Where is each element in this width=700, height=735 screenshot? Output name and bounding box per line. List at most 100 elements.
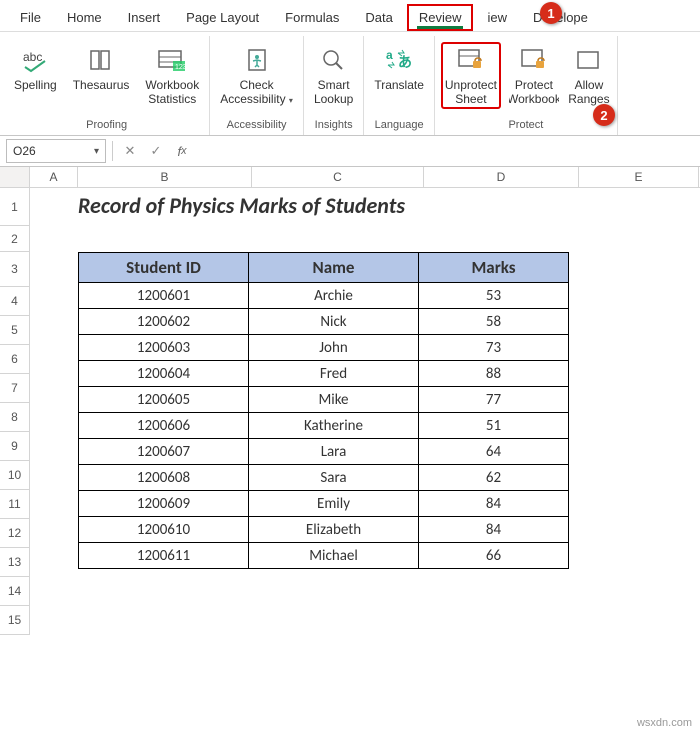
row-header-4[interactable]: 4 bbox=[0, 287, 30, 316]
allow-icon bbox=[573, 44, 605, 76]
table-row: 1200608Sara62 bbox=[79, 465, 569, 491]
unprotect-sheet-button[interactable]: Unprotect Sheet bbox=[441, 42, 501, 109]
table-cell[interactable]: 1200606 bbox=[79, 413, 249, 439]
check-accessibility-button[interactable]: Check Accessibility ▾ bbox=[216, 42, 297, 109]
group-label-proofing: Proofing bbox=[10, 117, 203, 135]
group-label-insights: Insights bbox=[310, 117, 357, 135]
thesaurus-icon bbox=[85, 44, 117, 76]
row-header-3[interactable]: 3 bbox=[0, 252, 30, 287]
table-cell[interactable]: Mike bbox=[249, 387, 419, 413]
table-header: Student ID bbox=[79, 253, 249, 283]
table-cell[interactable]: Archie bbox=[249, 283, 419, 309]
tab-formulas[interactable]: Formulas bbox=[273, 4, 351, 31]
spelling-icon: abc bbox=[19, 44, 51, 76]
table-cell[interactable]: 77 bbox=[419, 387, 569, 413]
table-cell[interactable]: 1200611 bbox=[79, 543, 249, 569]
fx-icon[interactable]: fx bbox=[171, 140, 193, 162]
table-cell[interactable]: 53 bbox=[419, 283, 569, 309]
table-cell[interactable]: 88 bbox=[419, 361, 569, 387]
table-header: Name bbox=[249, 253, 419, 283]
smart-lookup-button[interactable]: Smart Lookup bbox=[310, 42, 357, 109]
data-table: Student IDNameMarks 1200601Archie5312006… bbox=[78, 252, 569, 569]
table-row: 1200606Katherine51 bbox=[79, 413, 569, 439]
tab-insert[interactable]: Insert bbox=[116, 4, 173, 31]
tab-home[interactable]: Home bbox=[55, 4, 114, 31]
row-header-11[interactable]: 11 bbox=[0, 490, 30, 519]
table-cell[interactable]: 51 bbox=[419, 413, 569, 439]
table-cell[interactable]: 62 bbox=[419, 465, 569, 491]
chevron-down-icon[interactable]: ▾ bbox=[94, 146, 99, 157]
table-cell[interactable]: Lara bbox=[249, 439, 419, 465]
row-header-8[interactable]: 8 bbox=[0, 403, 30, 432]
tab-file[interactable]: File bbox=[8, 4, 53, 31]
table-cell[interactable]: 84 bbox=[419, 517, 569, 543]
table-cell[interactable]: 1200605 bbox=[79, 387, 249, 413]
translate-button[interactable]: aあ Translate bbox=[370, 42, 428, 94]
svg-text:123: 123 bbox=[175, 64, 187, 71]
table-cell[interactable]: 1200603 bbox=[79, 335, 249, 361]
thesaurus-button[interactable]: Thesaurus bbox=[69, 42, 134, 94]
table-cell[interactable]: Katherine bbox=[249, 413, 419, 439]
row-header-14[interactable]: 14 bbox=[0, 577, 30, 606]
table-cell[interactable]: Sara bbox=[249, 465, 419, 491]
table-cell[interactable]: John bbox=[249, 335, 419, 361]
table-cell[interactable]: 58 bbox=[419, 309, 569, 335]
watermark: wsxdn.com bbox=[637, 717, 692, 729]
table-cell[interactable]: 64 bbox=[419, 439, 569, 465]
row-header-5[interactable]: 5 bbox=[0, 316, 30, 345]
tab-view[interactable]: iew bbox=[475, 4, 519, 31]
workbook-statistics-button[interactable]: 123 Workbook Statistics bbox=[141, 42, 203, 109]
formula-bar-row: O26 ▾ ✕ ✓ fx bbox=[0, 136, 700, 167]
row-header-9[interactable]: 9 bbox=[0, 432, 30, 461]
table-cell[interactable]: 1200601 bbox=[79, 283, 249, 309]
tab-review[interactable]: Review bbox=[407, 4, 474, 31]
table-cell[interactable]: Elizabeth bbox=[249, 517, 419, 543]
row-header-7[interactable]: 7 bbox=[0, 374, 30, 403]
table-row: 1200602Nick58 bbox=[79, 309, 569, 335]
cells-area[interactable]: Record of Physics Marks of Students Stud… bbox=[30, 188, 700, 635]
table-row: 1200601Archie53 bbox=[79, 283, 569, 309]
spelling-button[interactable]: abc Spelling bbox=[10, 42, 61, 94]
table-cell[interactable]: 1200610 bbox=[79, 517, 249, 543]
table-cell[interactable]: 1200607 bbox=[79, 439, 249, 465]
group-label-accessibility: Accessibility bbox=[216, 117, 297, 135]
group-label-language: Language bbox=[370, 117, 428, 135]
unprotect-sheet-icon bbox=[455, 44, 487, 76]
table-cell[interactable]: 84 bbox=[419, 491, 569, 517]
ribbon-review: 2 abc Spelling Thesaurus 123 Workbook St… bbox=[0, 32, 700, 136]
column-header-A[interactable]: A bbox=[30, 167, 78, 187]
allow-ranges-button[interactable]: Allow Ranges bbox=[567, 42, 611, 109]
row-header-12[interactable]: 12 bbox=[0, 519, 30, 548]
callout-badge-1: 1 bbox=[540, 2, 562, 24]
table-cell[interactable]: 1200602 bbox=[79, 309, 249, 335]
table-cell[interactable]: Michael bbox=[249, 543, 419, 569]
table-cell[interactable]: 1200608 bbox=[79, 465, 249, 491]
protect-workbook-button[interactable]: Protect Workbook bbox=[509, 42, 559, 109]
table-cell[interactable]: 1200604 bbox=[79, 361, 249, 387]
tab-page-layout[interactable]: Page Layout bbox=[174, 4, 271, 31]
row-header-13[interactable]: 13 bbox=[0, 548, 30, 577]
table-cell[interactable]: 73 bbox=[419, 335, 569, 361]
row-header-2[interactable]: 2 bbox=[0, 226, 30, 252]
row-header-1[interactable]: 1 bbox=[0, 188, 30, 226]
table-cell[interactable]: Nick bbox=[249, 309, 419, 335]
table-cell[interactable]: 66 bbox=[419, 543, 569, 569]
row-header-15[interactable]: 15 bbox=[0, 606, 30, 635]
column-header-D[interactable]: D bbox=[424, 167, 579, 187]
table-row: 1200610Elizabeth84 bbox=[79, 517, 569, 543]
callout-badge-2: 2 bbox=[593, 104, 615, 126]
group-accessibility: Check Accessibility ▾ Accessibility bbox=[210, 36, 304, 135]
confirm-formula-icon: ✓ bbox=[145, 140, 167, 162]
tab-data[interactable]: Data bbox=[353, 4, 404, 31]
row-header-10[interactable]: 10 bbox=[0, 461, 30, 490]
table-cell[interactable]: Emily bbox=[249, 491, 419, 517]
name-box[interactable]: O26 ▾ bbox=[6, 139, 106, 163]
svg-text:あ: あ bbox=[398, 54, 412, 70]
column-header-B[interactable]: B bbox=[78, 167, 252, 187]
table-cell[interactable]: 1200609 bbox=[79, 491, 249, 517]
column-header-E[interactable]: E bbox=[579, 167, 699, 187]
row-header-6[interactable]: 6 bbox=[0, 345, 30, 374]
column-header-C[interactable]: C bbox=[252, 167, 424, 187]
select-all-corner[interactable] bbox=[0, 167, 30, 187]
table-cell[interactable]: Fred bbox=[249, 361, 419, 387]
